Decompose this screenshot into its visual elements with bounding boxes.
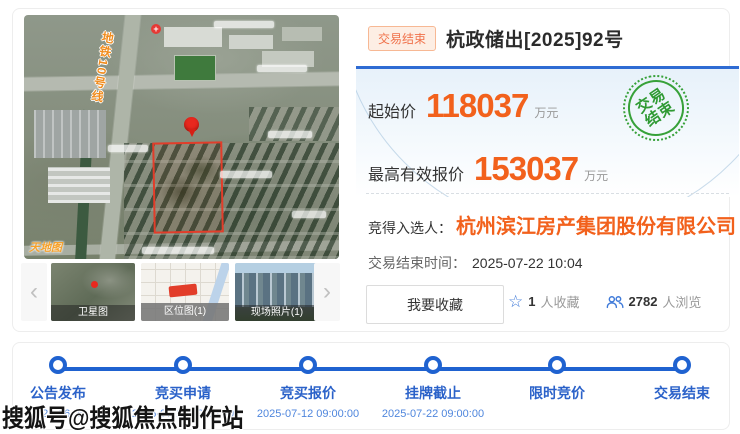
highest-bid-value: 153037 xyxy=(474,152,578,185)
timeline-step-closed: 交易结束 xyxy=(617,383,740,408)
favorite-suffix: 人收藏 xyxy=(540,292,579,311)
gallery-prev-button[interactable]: ‹ xyxy=(21,263,47,321)
map-building xyxy=(229,35,273,49)
highest-bid-label: 最高有效报价 xyxy=(368,161,464,185)
star-icon: ☆ xyxy=(508,293,523,310)
map-poi-label xyxy=(257,65,307,72)
mini-towers xyxy=(235,273,319,307)
map-building xyxy=(282,27,322,41)
map-poi-label xyxy=(214,21,274,28)
thumbnail-satellite[interactable]: 卫星图 xyxy=(51,263,135,321)
favorite-count: 1 xyxy=(528,294,535,309)
map-parcel-outline xyxy=(152,141,224,233)
winner-row: 竞得入选人： 杭州滨江房产集团股份有限公司 xyxy=(368,210,736,239)
start-price-row: 起始价 118037 万元 xyxy=(368,89,558,122)
watermark: 搜狐号@搜狐焦点制作站 xyxy=(2,399,243,434)
map-poi-label xyxy=(268,131,312,138)
people-icon xyxy=(606,295,624,309)
map-parking-lot xyxy=(34,110,106,158)
timeline-node xyxy=(673,356,691,374)
mini-pin-icon xyxy=(91,281,98,288)
highest-bid-row: 最高有效报价 153037 万元 xyxy=(368,152,608,185)
timeline-step-limited-auction: 限时竞价 xyxy=(492,383,622,408)
end-time-label: 交易结束时间： xyxy=(368,253,466,273)
start-price-label: 起始价 xyxy=(368,98,416,122)
views-stat: 2782 人浏览 xyxy=(606,292,702,311)
thumbnail-label: 区位图(1) xyxy=(141,303,229,321)
map-factory-roofs xyxy=(48,167,110,203)
timeline-node xyxy=(299,356,317,374)
timeline-line xyxy=(58,367,682,371)
map-building xyxy=(164,27,222,47)
map-provider-logo: 天地图 xyxy=(29,239,62,255)
dashed-divider xyxy=(366,193,729,194)
detail-panel: 交易结束 杭政储出[2025]92号 起始价 118037 万元 最高有效报价 … xyxy=(356,9,739,331)
timeline-step-deadline: 挂牌截止 2025-07-22 09:00:00 xyxy=(368,383,498,420)
favorite-button[interactable]: 我要收藏 xyxy=(366,285,504,324)
start-price-value: 118037 xyxy=(426,89,528,122)
view-count: 2782 xyxy=(629,294,658,309)
chevron-right-icon: › xyxy=(323,278,331,306)
end-time-value: 2025-07-22 10:04 xyxy=(472,255,583,271)
map-pin-icon-tip xyxy=(188,129,196,137)
timeline-node xyxy=(548,356,566,374)
map-metro-line-label: 地铁10号线 xyxy=(88,30,117,105)
map-poi-label xyxy=(292,211,326,218)
thumbnail-location-map[interactable]: 区位图(1) xyxy=(141,263,229,321)
map-poi-label xyxy=(220,171,272,178)
highest-bid-unit: 万元 xyxy=(584,167,608,184)
map-poi-label xyxy=(142,247,214,254)
map-hospital-icon: + xyxy=(151,24,161,34)
thumbnail-label: 卫星图 xyxy=(51,305,135,321)
satellite-map[interactable]: 地铁10号线 + 天地图 xyxy=(24,15,339,259)
favorite-stat: ☆ 1 人收藏 xyxy=(508,292,580,311)
timeline-node xyxy=(424,356,442,374)
listing-title: 杭政储出[2025]92号 xyxy=(446,25,624,52)
winner-label: 竞得入选人： xyxy=(368,218,452,238)
view-suffix: 人浏览 xyxy=(662,292,701,311)
map-poi-label xyxy=(108,145,148,152)
thumbnail-site-photo[interactable]: 现场照片(1) xyxy=(235,263,319,321)
chevron-left-icon: ‹ xyxy=(30,278,38,306)
map-sports-field xyxy=(174,55,216,81)
end-time-row: 交易结束时间： 2025-07-22 10:04 xyxy=(368,253,583,273)
thumbnail-label: 现场照片(1) xyxy=(235,305,319,321)
gallery-next-button[interactable]: › xyxy=(314,263,340,321)
mini-parcel xyxy=(169,284,198,298)
timeline-step-bid: 竞买报价 2025-07-12 09:00:00 xyxy=(243,383,373,420)
listing-card: 地铁10号线 + 天地图 ‹ 卫星图 区位图(1) 现场照片(1) › 交易结束… xyxy=(12,8,730,332)
winner-value: 杭州滨江房产集团股份有限公司 xyxy=(456,210,736,239)
timeline-node xyxy=(174,356,192,374)
status-badge: 交易结束 xyxy=(368,26,436,51)
start-price-unit: 万元 xyxy=(534,104,558,121)
timeline-node xyxy=(49,356,67,374)
